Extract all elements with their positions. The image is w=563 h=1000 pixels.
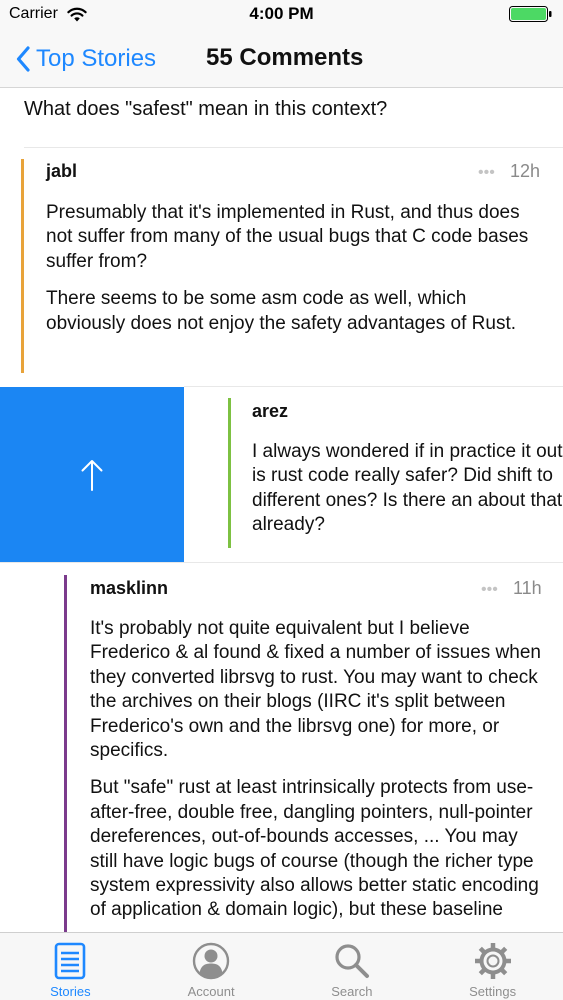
- stories-icon: [55, 942, 86, 980]
- back-button[interactable]: Top Stories: [16, 42, 156, 76]
- parent-comment-text: What does "safest" mean in this context?: [24, 98, 388, 120]
- comments-list[interactable]: What does "safest" mean in this context?…: [0, 89, 563, 932]
- comment-arez[interactable]: arez I always wondered if in practice it…: [228, 398, 563, 548]
- more-options-icon[interactable]: •••: [481, 581, 498, 599]
- search-icon: [335, 944, 369, 978]
- comment-body: I always wondered if in practice it out,…: [252, 440, 563, 548]
- comment-depth-bar: [21, 159, 24, 373]
- page-title: 55 Comments: [206, 44, 364, 71]
- upvote-swipe-action[interactable]: [0, 387, 184, 562]
- account-icon: [192, 942, 230, 980]
- status-time: 4:00 PM: [249, 4, 314, 23]
- comment-age: 11h: [513, 578, 542, 598]
- comment-masklinn[interactable]: masklinn ••• 11h It's probably not quite…: [64, 575, 563, 932]
- comment-depth-bar: [228, 398, 231, 548]
- tab-label: Settings: [469, 984, 517, 999]
- arrow-up-icon: [81, 459, 103, 491]
- back-button-label: Top Stories: [36, 45, 157, 72]
- tab-search[interactable]: Search: [282, 933, 423, 1000]
- comment-author[interactable]: arez: [252, 401, 288, 422]
- gear-icon: [474, 943, 511, 979]
- comment-age: 12h: [510, 161, 541, 181]
- navigation-bar: Top Stories 55 Comments: [0, 30, 563, 88]
- comment-body: Presumably that it's implemented in Rust…: [46, 201, 546, 349]
- chevron-left-icon: [16, 46, 30, 72]
- more-options-icon[interactable]: •••: [478, 164, 495, 182]
- divider: [184, 386, 563, 387]
- battery-icon: [509, 6, 552, 22]
- tab-label: Search: [331, 984, 373, 999]
- status-bar: Carrier 4:00 PM: [0, 0, 563, 30]
- comment-paragraph: But "safe" rust at least intrinsically p…: [90, 777, 539, 921]
- comment-paragraph: I always wondered if in practice it out,…: [252, 441, 563, 536]
- tab-bar: Stories Account Search Settings: [0, 932, 563, 1000]
- comment-jabl[interactable]: jabl ••• 12h Presumably that it's implem…: [21, 159, 563, 373]
- comment-body: It's probably not quite equivalent but I…: [90, 617, 548, 932]
- comment-paragraph: Presumably that it's implemented in Rust…: [46, 202, 529, 272]
- tab-stories[interactable]: Stories: [0, 933, 141, 1000]
- tab-account[interactable]: Account: [141, 933, 282, 1000]
- tab-label: Account: [187, 984, 235, 999]
- comment-paragraph: It's probably not quite equivalent but I…: [90, 618, 541, 762]
- comment-author[interactable]: masklinn: [90, 578, 168, 599]
- comment-paragraph: There seems to be some asm code as well,…: [46, 288, 517, 334]
- divider: [0, 562, 563, 563]
- tab-settings[interactable]: Settings: [422, 933, 563, 1000]
- comment-author[interactable]: jabl: [46, 161, 77, 182]
- divider: [24, 147, 563, 148]
- comment-depth-bar: [64, 575, 67, 932]
- tab-label: Stories: [50, 984, 91, 999]
